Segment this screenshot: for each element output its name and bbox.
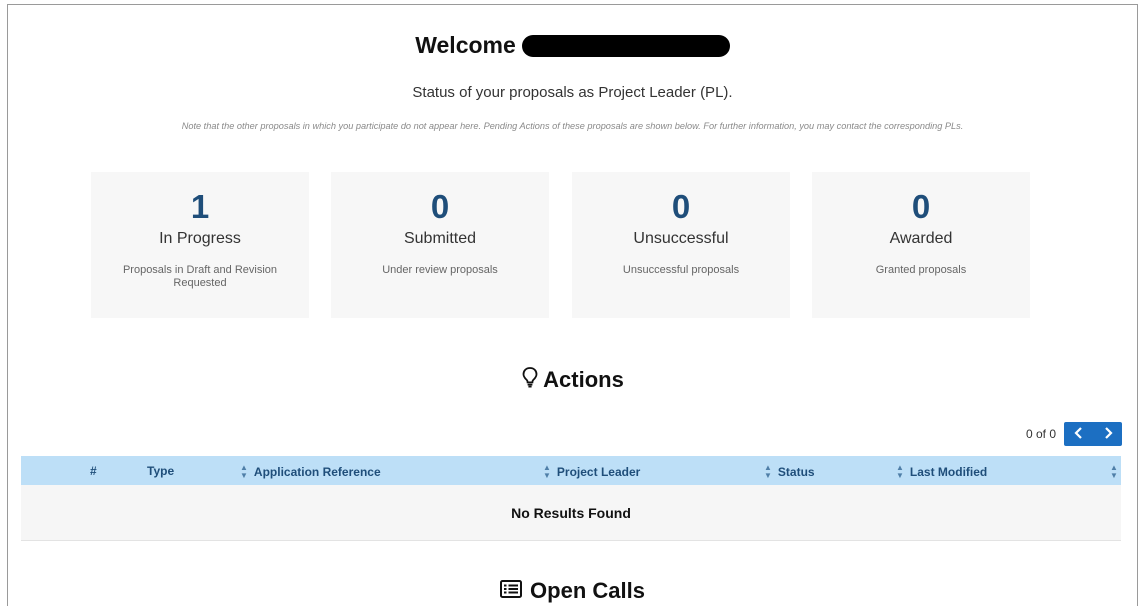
welcome-text: Welcome [415, 32, 516, 58]
column-header-last[interactable]: ▲ ▼ [1110, 464, 1118, 480]
welcome-heading: Welcome [0, 32, 1145, 59]
pager-count: 0 of 0 [1025, 427, 1056, 441]
list-icon [500, 578, 523, 604]
card-description: Unsuccessful proposals [622, 264, 740, 276]
sort-icon[interactable]: ▲ ▼ [240, 464, 248, 480]
previous-page-button[interactable] [1064, 422, 1093, 446]
lightbulb-icon [521, 366, 539, 394]
sort-icon[interactable]: ▲ ▼ [896, 464, 904, 480]
pager-buttons [1064, 422, 1122, 446]
card-label: Unsuccessful [633, 230, 729, 247]
column-header-type[interactable]: Type [147, 464, 174, 478]
redacted-username [521, 34, 730, 57]
sort-icon[interactable]: ▲ ▼ [764, 464, 772, 480]
open-calls-heading: Open Calls [0, 578, 1145, 604]
status-note: Note that the other proposals in which y… [181, 121, 964, 131]
card-count: 0 [671, 188, 691, 225]
card-label: In Progress [159, 230, 241, 247]
card-description: Under review proposals [382, 264, 498, 276]
column-header-project-leader[interactable]: ▲ ▼ Project Leader [543, 464, 640, 480]
card-label: Awarded [889, 230, 953, 247]
column-label: Application Reference [253, 465, 381, 479]
card-label: Submitted [403, 230, 477, 247]
card-unsuccessful[interactable]: 0 Unsuccessful Unsuccessful proposals [572, 172, 790, 318]
column-label: Status [777, 465, 815, 479]
column-header-application-reference[interactable]: ▲ ▼ Application Reference [240, 464, 381, 480]
next-page-button[interactable] [1093, 422, 1122, 446]
card-in-progress[interactable]: 1 In Progress Proposals in Draft and Rev… [91, 172, 309, 318]
sort-icon[interactable]: ▲ ▼ [1110, 464, 1118, 480]
card-count: 1 [190, 188, 210, 225]
actions-title: Actions [543, 367, 624, 392]
card-awarded[interactable]: 0 Awarded Granted proposals [812, 172, 1030, 318]
column-header-number: # [90, 464, 97, 478]
column-label: Project Leader [556, 465, 641, 479]
actions-table: # Type ▲ ▼ Application Reference ▲ ▼ Proje… [21, 456, 1121, 541]
chevron-right-icon [1103, 426, 1113, 442]
column-header-last-modified[interactable]: ▲ ▼ Last Modified [896, 464, 987, 480]
card-count: 0 [911, 188, 931, 225]
card-submitted[interactable]: 0 Submitted Under review proposals [331, 172, 549, 318]
chevron-left-icon [1073, 426, 1084, 442]
actions-pager: 0 of 0 [1026, 422, 1122, 446]
column-header-status[interactable]: ▲ ▼ Status [764, 464, 815, 480]
card-description: Granted proposals [875, 264, 967, 276]
column-label: Type [147, 464, 175, 478]
card-count: 0 [430, 188, 450, 225]
table-header: # Type ▲ ▼ Application Reference ▲ ▼ Proje… [21, 456, 1121, 485]
card-description: Proposals in Draft and Revision Requeste… [122, 264, 278, 289]
column-label: Last Modified [909, 465, 988, 479]
actions-heading: Actions [0, 366, 1145, 394]
empty-results-row: No Results Found [21, 485, 1121, 541]
status-cards: 1 In Progress Proposals in Draft and Rev… [0, 172, 1145, 318]
column-label: # [90, 464, 97, 478]
open-calls-title: Open Calls [530, 578, 645, 603]
status-title: Status of your proposals as Project Lead… [412, 84, 733, 101]
sort-icon[interactable]: ▲ ▼ [543, 464, 551, 480]
